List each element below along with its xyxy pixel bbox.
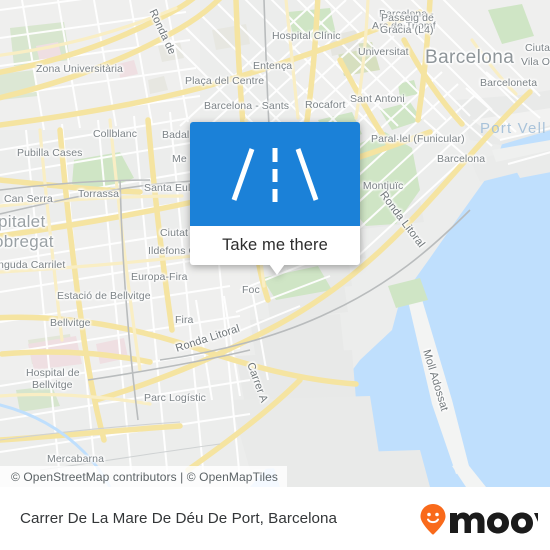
popup-pointer bbox=[269, 264, 285, 275]
road-icon bbox=[190, 122, 360, 226]
footer-bar: Carrer De La Mare De Déu De Port, Barcel… bbox=[0, 487, 550, 550]
popup-card[interactable]: Take me there bbox=[190, 122, 360, 265]
place-title: Carrer De La Mare De Déu De Port, Barcel… bbox=[20, 510, 338, 527]
moovit-logo[interactable] bbox=[418, 502, 538, 536]
place-popup[interactable]: Take me there bbox=[190, 122, 360, 275]
take-me-there-label[interactable]: Take me there bbox=[190, 226, 360, 265]
map-screen: Zona Universitària Collblanc Badal Pubilla … bbox=[0, 0, 550, 550]
map-viewport[interactable]: Zona Universitària Collblanc Badal Pubilla … bbox=[0, 0, 550, 487]
map-attribution[interactable]: © OpenStreetMap contributors | © OpenMap… bbox=[0, 466, 287, 487]
